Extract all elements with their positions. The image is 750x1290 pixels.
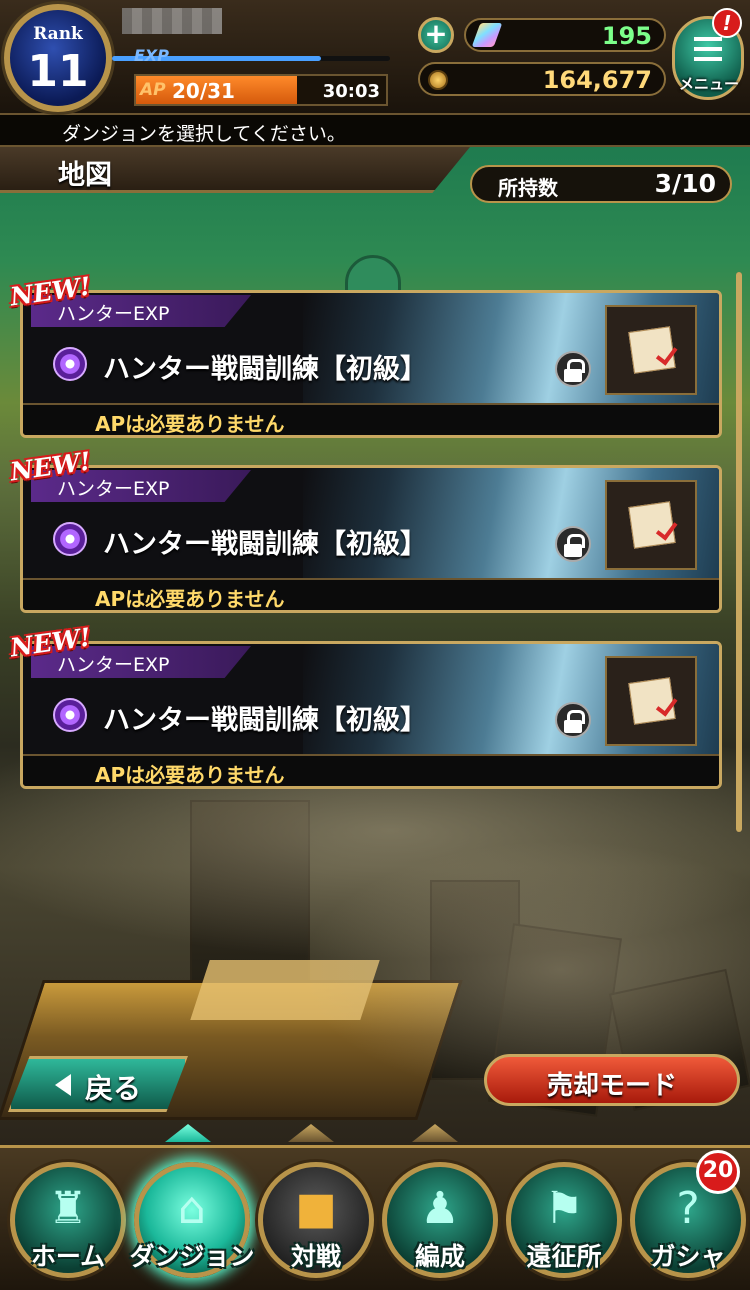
exp-label: EXP	[134, 46, 169, 65]
sell-mode-button[interactable]: 売却モード	[484, 1054, 740, 1106]
dungeon-category-label: ハンターEXP	[57, 478, 170, 500]
eye-orb-icon	[53, 347, 87, 381]
coin-counter: 164,677	[418, 62, 666, 96]
ap-recovery-timer: 30:03	[322, 81, 380, 102]
flag-icon: ⚑	[544, 1183, 584, 1234]
home-castle-icon: ♜	[48, 1183, 88, 1234]
dungeon-card-footer: APは必要ありません	[23, 403, 719, 436]
tab-label: 対戦	[290, 1242, 341, 1271]
instruction-banner: ダンジョンを選択してください。	[0, 115, 750, 147]
tab-label: ダンジョン	[129, 1242, 255, 1271]
instruction-text: ダンジョンを選択してください。	[62, 123, 346, 145]
page-title: 地図	[58, 160, 112, 191]
scrollbar-thumb[interactable]	[736, 272, 742, 832]
tab-label: ホーム	[30, 1242, 106, 1271]
dungeon-card[interactable]: ハンターEXP ハンター戦闘訓練【初級】 APは必要ありません	[20, 290, 722, 438]
status-header: Rank 11 EXP AP 20/31 30:03 + 195 164,677…	[0, 0, 750, 115]
owned-count-value: 3/10	[654, 169, 716, 198]
rank-badge[interactable]: Rank 11	[4, 4, 112, 112]
tab-home[interactable]: ♜ ホーム	[10, 1162, 126, 1278]
add-currency-button[interactable]: +	[418, 17, 454, 53]
back-button[interactable]: 戻る	[8, 1056, 188, 1112]
ap-label: AP	[140, 80, 166, 100]
coin-icon	[428, 70, 448, 90]
dungeon-name: ハンター戦闘訓練【初級】	[103, 354, 427, 385]
dungeon-card-footer: APは必要ありません	[23, 754, 719, 787]
checkmark-icon	[655, 517, 678, 541]
ap-value: 20/31	[172, 79, 235, 103]
map-thumbnail	[605, 305, 697, 395]
padlock-icon: ■	[295, 1183, 337, 1234]
coin-value: 164,677	[542, 66, 652, 94]
dungeon-category-label: ハンターEXP	[57, 654, 170, 676]
sell-mode-label: 売却モード	[546, 1071, 677, 1101]
dungeon-card[interactable]: ハンターEXP ハンター戦闘訓練【初級】 APは必要ありません	[20, 641, 722, 789]
checkmark-icon	[655, 693, 678, 717]
checkmark-icon	[655, 342, 678, 366]
scrollbar[interactable]	[736, 272, 742, 832]
dungeon-name: ハンター戦闘訓練【初級】	[103, 529, 427, 560]
bottom-tab-bar: ♜ ホーム ⌂ ダンジョン ■ 対戦 ♟ 編成 ⚑ 遠征所 ? ガシャ	[0, 1145, 750, 1290]
gem-counter: 195	[464, 18, 666, 52]
tab-battle[interactable]: ■ 対戦	[258, 1162, 374, 1278]
menu-alert-badge: !	[712, 8, 742, 38]
player-name-redacted	[122, 8, 222, 34]
rank-value: 11	[27, 46, 89, 97]
hamburger-icon	[694, 37, 722, 61]
dungeon-card-footer: APは必要ありません	[23, 578, 719, 611]
exp-meter: EXP	[112, 46, 390, 68]
dungeon-ap-requirement: APは必要ありません	[95, 412, 285, 436]
rank-label: Rank	[33, 24, 83, 44]
gem-value: 195	[601, 22, 652, 50]
tab-label: 編成	[414, 1242, 465, 1271]
lock-icon	[555, 351, 591, 387]
owned-count: 所持数 3/10	[470, 165, 732, 203]
tab-dungeon[interactable]: ⌂ ダンジョン	[129, 1162, 255, 1278]
map-scroll-icon	[628, 501, 678, 549]
back-arrow-icon	[55, 1074, 71, 1096]
dungeon-ap-requirement: APは必要ありません	[95, 763, 285, 787]
party-formation-icon: ♟	[420, 1183, 460, 1234]
eye-orb-icon	[53, 522, 87, 556]
lock-icon	[555, 702, 591, 738]
map-thumbnail	[605, 480, 697, 570]
dungeon-name: ハンター戦闘訓練【初級】	[103, 705, 427, 736]
dungeon-card[interactable]: ハンターEXP ハンター戦闘訓練【初級】 APは必要ありません	[20, 465, 722, 613]
map-thumbnail	[605, 656, 697, 746]
dungeon-ap-requirement: APは必要ありません	[95, 587, 285, 611]
menu-label: メニュー	[678, 75, 739, 93]
dungeon-category-label: ハンターEXP	[57, 303, 170, 325]
lock-icon	[555, 526, 591, 562]
map-scroll-icon	[628, 677, 678, 725]
owned-count-label: 所持数	[498, 176, 558, 200]
map-scroll-icon	[628, 326, 678, 374]
tab-expedition[interactable]: ⚑ 遠征所	[506, 1162, 622, 1278]
tab-label: 遠征所	[526, 1242, 602, 1271]
statue-silhouette	[345, 255, 401, 295]
back-button-label: 戻る	[85, 1072, 142, 1105]
page-title-bar: 地図	[0, 147, 470, 193]
tab-label: ガシャ	[650, 1242, 726, 1271]
tab-formation[interactable]: ♟ 編成	[382, 1162, 498, 1278]
eye-orb-icon	[53, 698, 87, 732]
dungeon-gate-icon: ⌂	[178, 1183, 206, 1234]
gacha-count-badge: 20	[696, 1150, 740, 1194]
gem-icon	[471, 23, 503, 47]
ap-meter: AP 20/31 30:03	[134, 74, 388, 106]
